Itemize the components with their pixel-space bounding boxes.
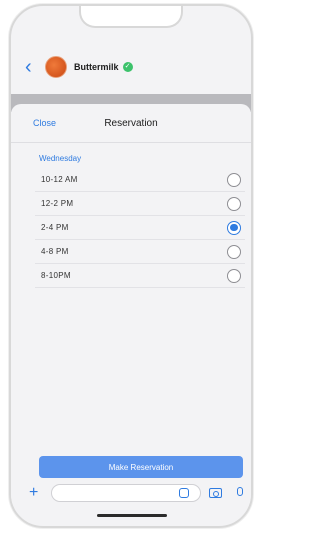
verified-check-icon: ✓ (122, 62, 133, 72)
radio-button[interactable] (227, 268, 241, 283)
plus-icon[interactable]: + (29, 485, 43, 501)
slot-row[interactable]: 8-10PM (35, 264, 245, 288)
chevron-left-icon[interactable]: ‹ (25, 57, 39, 77)
radio-button[interactable] (227, 196, 241, 211)
slot-row[interactable]: 2-4 PM (35, 216, 245, 240)
make-reservation-button[interactable]: Make Reservation (39, 456, 243, 478)
slot-label: 10-12 AM (41, 175, 78, 184)
day-label: Wednesday (39, 154, 82, 163)
camera-icon[interactable] (209, 488, 222, 498)
slot-list: 10-12 AM 12-2 PM 2-4 PM 4-8 PM 8-10PM (35, 168, 245, 288)
reservation-sheet: Close Reservation Wednesday 10-12 AM 12-… (11, 104, 251, 482)
phone-frame: ‹ Buttermilk ✓ Close Reservation Wednesd… (9, 4, 253, 528)
slot-row[interactable]: 12-2 PM (35, 192, 245, 216)
slot-row[interactable]: 4-8 PM (35, 240, 245, 264)
slot-label: 8-10PM (41, 271, 71, 280)
chat-name[interactable]: Buttermilk (74, 62, 119, 72)
chat-header: ‹ Buttermilk ✓ (11, 40, 251, 94)
notch (79, 6, 183, 28)
home-indicator (97, 514, 167, 517)
sheet-header: Close Reservation (11, 104, 251, 143)
slot-row[interactable]: 10-12 AM (35, 168, 245, 192)
radio-button-selected[interactable] (227, 220, 241, 235)
radio-button[interactable] (227, 244, 241, 259)
message-input-bar: + (11, 482, 251, 504)
slot-label: 4-8 PM (41, 247, 69, 256)
slot-label: 12-2 PM (41, 199, 74, 208)
avatar[interactable] (45, 56, 67, 78)
microphone-icon[interactable] (237, 487, 243, 496)
slot-label: 2-4 PM (41, 223, 69, 232)
close-button[interactable]: Close (33, 118, 56, 128)
radio-button[interactable] (227, 172, 241, 187)
sticker-icon[interactable] (179, 488, 189, 498)
